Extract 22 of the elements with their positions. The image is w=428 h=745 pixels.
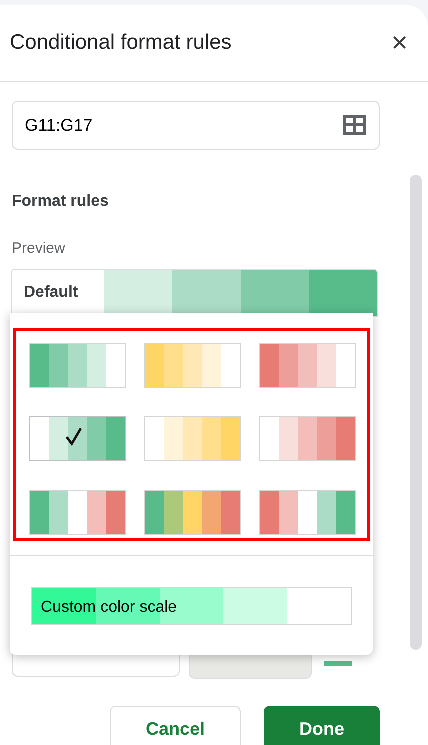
color-palette[interactable] — [29, 343, 126, 388]
range-field[interactable]: G11:G17 — [12, 101, 380, 150]
scrollbar[interactable] — [410, 175, 422, 650]
color-palette[interactable] — [144, 343, 241, 388]
color-palette[interactable] — [259, 416, 356, 462]
color-palette[interactable] — [29, 490, 126, 535]
color-palette[interactable] — [259, 343, 356, 388]
preview-bar: Default — [11, 268, 378, 316]
custom-scale-option[interactable]: Custom color scale — [31, 587, 352, 625]
color-palette[interactable] — [29, 416, 126, 462]
section-heading: Format rules — [12, 192, 110, 212]
preview-label: Preview — [12, 239, 66, 259]
done-button[interactable]: Done — [264, 706, 380, 745]
close-button[interactable]: × — [384, 27, 416, 59]
cancel-button[interactable]: Cancel — [110, 706, 241, 745]
check-icon — [66, 428, 82, 446]
panel-title: Conditional format rules — [10, 30, 232, 56]
color-palette[interactable] — [144, 490, 241, 535]
color-palette[interactable] — [259, 490, 356, 535]
color-swatch — [324, 660, 352, 666]
grid-icon[interactable] — [343, 115, 366, 135]
color-palette[interactable] — [144, 416, 241, 462]
